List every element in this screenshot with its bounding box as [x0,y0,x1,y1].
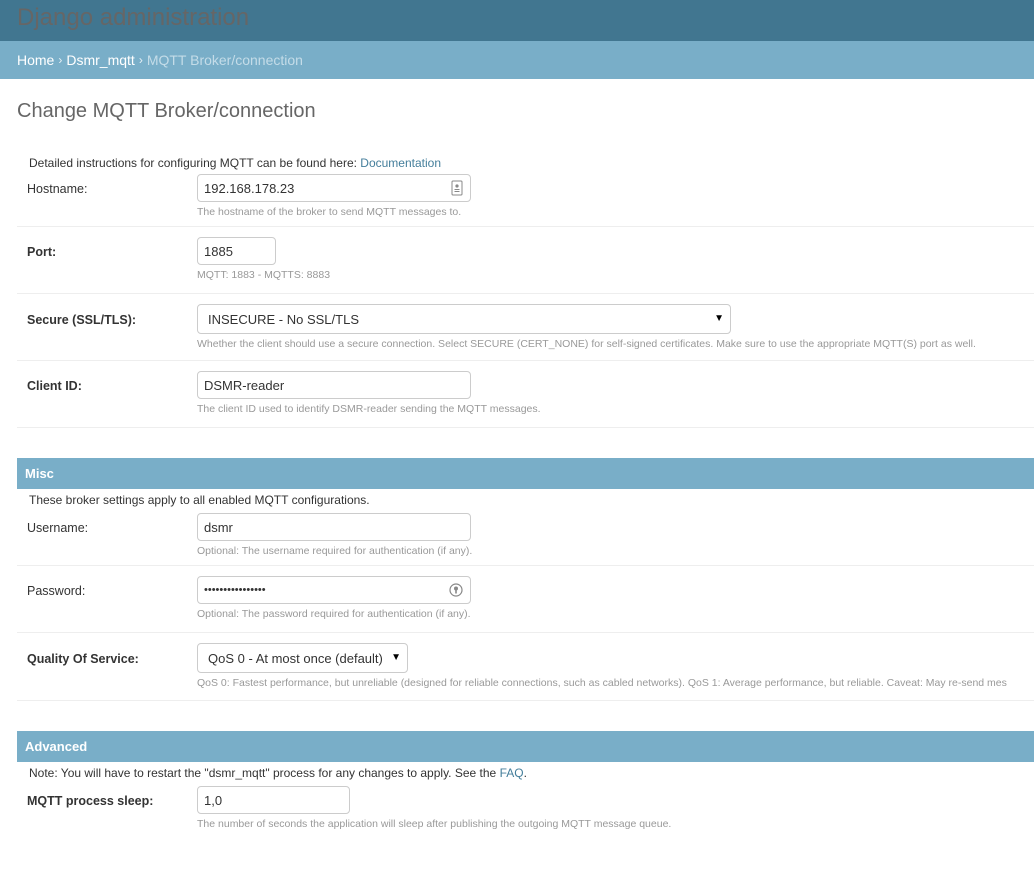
password-input[interactable] [197,576,471,604]
hostname-field-wrap [197,174,471,202]
advanced-section-header: Advanced [17,731,1034,762]
qos-help: QoS 0: Fastest performance, but unreliab… [197,677,1007,689]
breadcrumb-app[interactable]: Dsmr_mqtt [66,52,134,68]
username-field-wrap [197,513,471,541]
form-row-username: Username: Optional: The username require… [17,511,1034,566]
page-title: Change MQTT Broker/connection [17,100,316,122]
password-label: Password: [27,584,86,598]
form-row-port: Port: MQTT: 1883 - MQTTS: 8883 [17,227,1034,294]
qos-field-wrap: QoS 0 - At most once (default) ▼ [197,643,408,673]
client-id-label: Client ID: [27,379,82,393]
form-row-password: Password: Optional: The password require… [17,566,1034,633]
username-label: Username: [27,521,89,535]
hostname-help: The hostname of the broker to send MQTT … [197,206,462,218]
password-field-wrap [197,576,471,604]
breadcrumb-current: MQTT Broker/connection [146,52,303,68]
form-row-qos: Quality Of Service: QoS 0 - At most once… [17,633,1034,701]
misc-fieldset: Misc These broker settings apply to all … [17,458,1034,701]
secure-selected: INSECURE - No SSL/TLS [208,311,359,327]
key-icon[interactable] [449,582,463,598]
form-row-secure: Secure (SSL/TLS): INSECURE - No SSL/TLS … [17,294,1034,361]
secure-select[interactable]: INSECURE - No SSL/TLS ▼ [197,304,731,334]
port-label: Port: [27,245,57,259]
site-name[interactable]: Django administration [17,0,249,57]
breadcrumb-separator: › [138,53,143,67]
username-input[interactable] [197,513,471,541]
username-help: Optional: The username required for auth… [197,545,473,557]
sleep-field-wrap [197,786,350,814]
advanced-description-end: . [523,766,527,780]
hostname-label: Hostname: [27,182,88,196]
form-row-sleep: MQTT process sleep: The number of second… [17,784,1034,839]
hostname-input[interactable] [197,174,471,202]
qos-select[interactable]: QoS 0 - At most once (default) ▼ [197,643,408,673]
breadcrumb-separator: › [58,53,63,67]
advanced-fieldset: Advanced Note: You will have to restart … [17,731,1034,839]
advanced-description: Note: You will have to restart the "dsmr… [17,762,1034,784]
faq-link[interactable]: FAQ [500,766,524,780]
client-id-help: The client ID used to identify DSMR-read… [197,403,541,415]
misc-description: These broker settings apply to all enabl… [29,493,370,507]
qos-label: Quality Of Service: [27,652,139,666]
content: Change MQTT Broker/connection Detailed i… [0,79,1034,839]
documentation-link[interactable]: Documentation [360,156,441,170]
form-row-hostname: Hostname: The hostname of the broker to … [17,174,1034,227]
port-help: MQTT: 1883 - MQTTS: 8883 [197,269,331,281]
advanced-description-text: Note: You will have to restart the "dsmr… [29,766,500,780]
qos-selected: QoS 0 - At most once (default) [208,650,383,666]
sleep-help: The number of seconds the application wi… [197,818,672,830]
triangle-down-icon: ▼ [391,652,401,663]
contact-card-icon[interactable] [451,180,463,196]
header: Django administration [0,0,1034,41]
form-row-client-id: Client ID: The client ID used to identif… [17,361,1034,428]
port-input[interactable] [197,237,276,265]
fieldset-description: Detailed instructions for configuring MQ… [17,152,1034,174]
secure-help: Whether the client should use a secure c… [197,338,976,350]
main-fieldset: Detailed instructions for configuring MQ… [17,152,1034,428]
description-text: Detailed instructions for configuring MQ… [29,156,361,170]
sleep-label: MQTT process sleep: [27,794,154,808]
sleep-input[interactable] [197,786,350,814]
secure-label: Secure (SSL/TLS): [27,313,137,327]
password-help: Optional: The password required for auth… [197,608,471,620]
client-id-input[interactable] [197,371,471,399]
misc-section-header: Misc [17,458,1034,489]
client-id-field-wrap [197,371,471,399]
breadcrumb-home[interactable]: Home [17,52,54,68]
port-field-wrap [197,237,276,265]
secure-field-wrap: INSECURE - No SSL/TLS ▼ [197,304,731,334]
triangle-down-icon: ▼ [714,313,724,324]
